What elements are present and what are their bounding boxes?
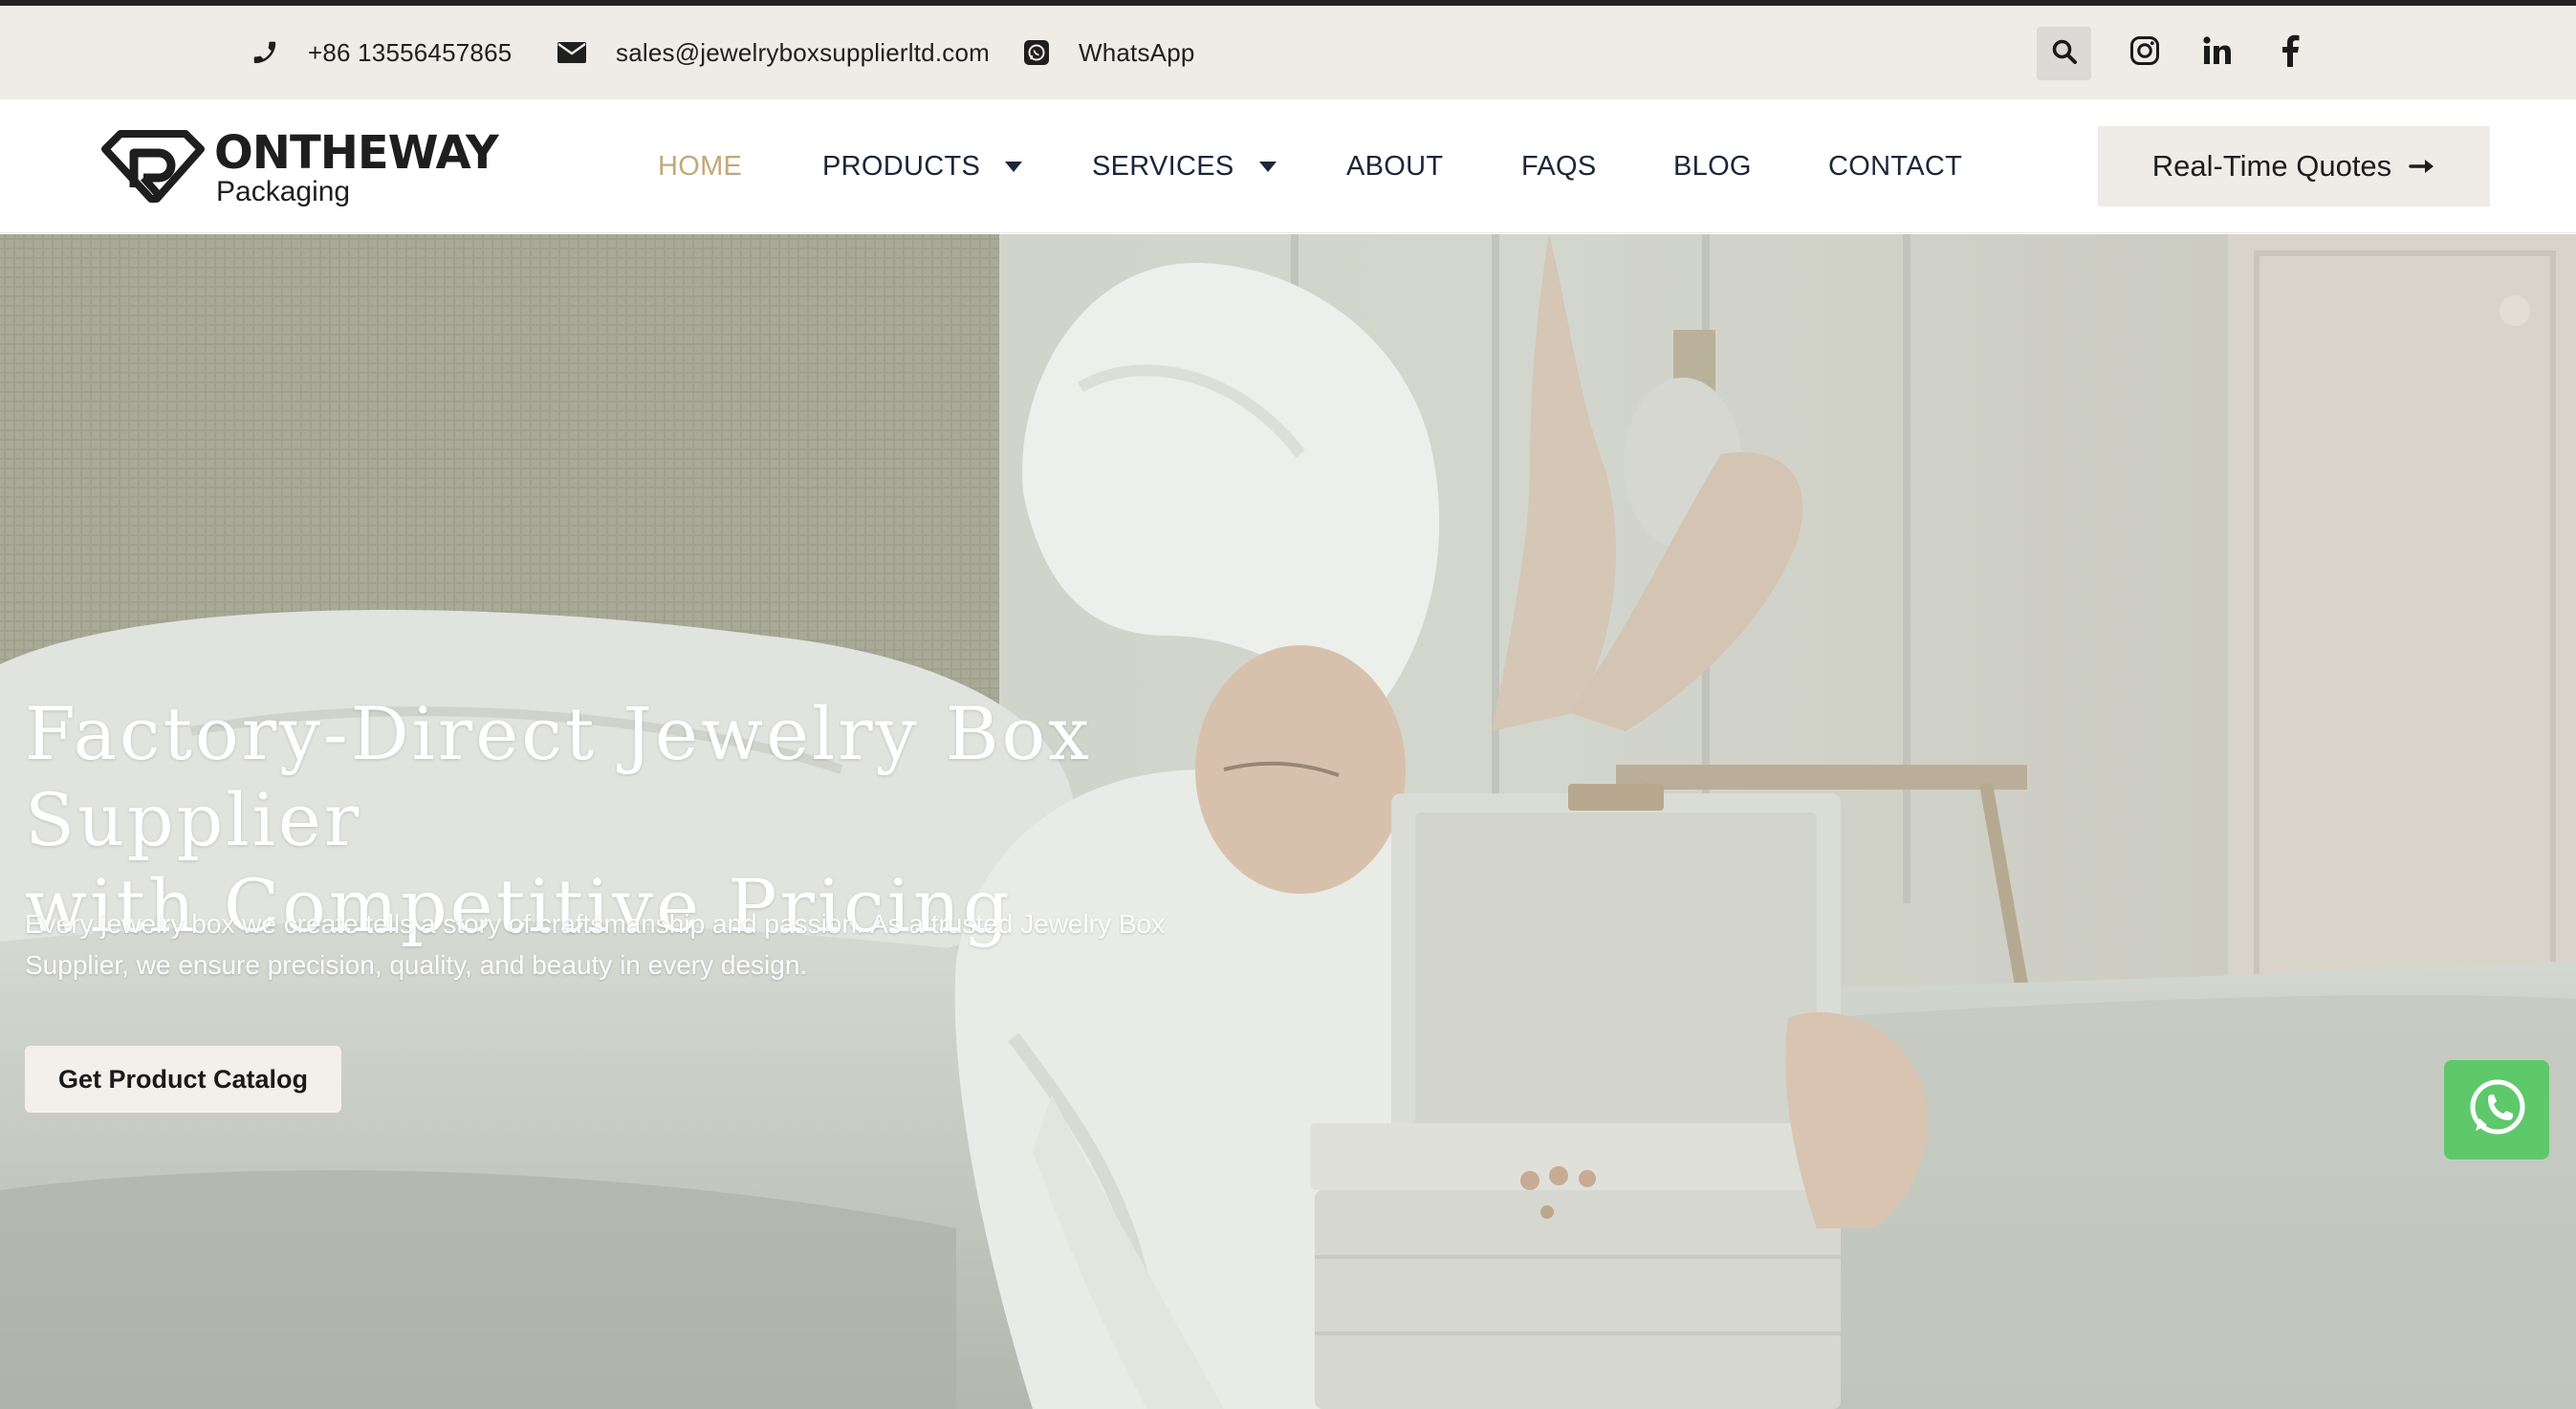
whatsapp-icon <box>2464 1075 2529 1145</box>
hero-subtitle-line2: Supplier, we ensure precision, quality, … <box>25 950 808 980</box>
catalog-button-label: Get Product Catalog <box>57 1064 309 1094</box>
real-time-quotes-button[interactable]: Real-Time Quotes <box>2098 126 2490 206</box>
phone-number: +86 13556457865 <box>308 37 513 67</box>
nav-contact-label: CONTACT <box>1828 150 1963 182</box>
nav-home-label: HOME <box>658 150 743 182</box>
hero-subtitle: Every jewelry box we create tells a stor… <box>25 903 1268 986</box>
nav-blog-label: BLOG <box>1673 150 1752 182</box>
linkedin-icon <box>2202 35 2233 71</box>
arrow-right-icon <box>2409 158 2435 175</box>
hero-title-line1: Factory-Direct Jewelry Box Supplier <box>25 691 1093 862</box>
facebook-link[interactable] <box>2272 34 2308 71</box>
top-contact-bar: +86 13556457865 sales@jewelryboxsupplier… <box>0 6 2576 99</box>
site-logo[interactable]: ONTHEWAY Packaging <box>99 128 511 208</box>
instagram-icon <box>2129 35 2160 71</box>
nav-faqs-label: FAQS <box>1521 150 1597 182</box>
nav-about[interactable]: ABOUT <box>1346 99 1443 233</box>
hero-subtitle-line1: Every jewelry box we create tells a stor… <box>25 909 1166 939</box>
phone-icon <box>251 38 279 67</box>
quote-button-label: Real-Time Quotes <box>2151 149 2392 183</box>
whatsapp-float-button[interactable] <box>2444 1060 2549 1160</box>
whatsapp-label: WhatsApp <box>1079 37 1195 67</box>
logo-subtitle: Packaging <box>216 176 351 207</box>
email-link[interactable]: sales@jewelryboxsupplierltd.com <box>557 6 990 99</box>
nav-about-label: ABOUT <box>1346 150 1444 182</box>
email-address: sales@jewelryboxsupplierltd.com <box>616 37 990 67</box>
instagram-link[interactable] <box>2127 34 2163 71</box>
search-button[interactable] <box>2037 27 2091 80</box>
whatsapp-link[interactable]: WhatsApp <box>1023 6 1195 99</box>
logo-name: ONTHEWAY <box>214 126 499 180</box>
envelope-icon <box>557 40 587 65</box>
phone-link[interactable]: +86 13556457865 <box>251 6 512 99</box>
get-product-catalog-button[interactable]: Get Product Catalog <box>25 1046 341 1113</box>
facebook-icon <box>2280 34 2301 72</box>
caret-down-icon <box>1258 161 1277 172</box>
nav-faqs[interactable]: FAQS <box>1521 99 1597 233</box>
main-header: ONTHEWAY Packaging HOME PRODUCTS SERVICE… <box>0 99 2576 233</box>
nav-products[interactable]: PRODUCTS <box>822 99 1023 233</box>
whatsapp-icon <box>1023 39 1050 66</box>
nav-contact[interactable]: CONTACT <box>1828 99 1962 233</box>
search-icon <box>2050 37 2079 71</box>
nav-products-label: PRODUCTS <box>822 150 981 182</box>
nav-blog[interactable]: BLOG <box>1673 99 1752 233</box>
hero-section: Factory-Direct Jewelry Box Supplier with… <box>0 234 2576 1409</box>
nav-services[interactable]: SERVICES <box>1092 99 1277 233</box>
nav-home[interactable]: HOME <box>658 99 742 233</box>
logo-mark-icon <box>99 128 207 209</box>
nav-services-label: SERVICES <box>1092 150 1234 182</box>
linkedin-link[interactable] <box>2199 34 2236 71</box>
caret-down-icon <box>1005 161 1023 172</box>
